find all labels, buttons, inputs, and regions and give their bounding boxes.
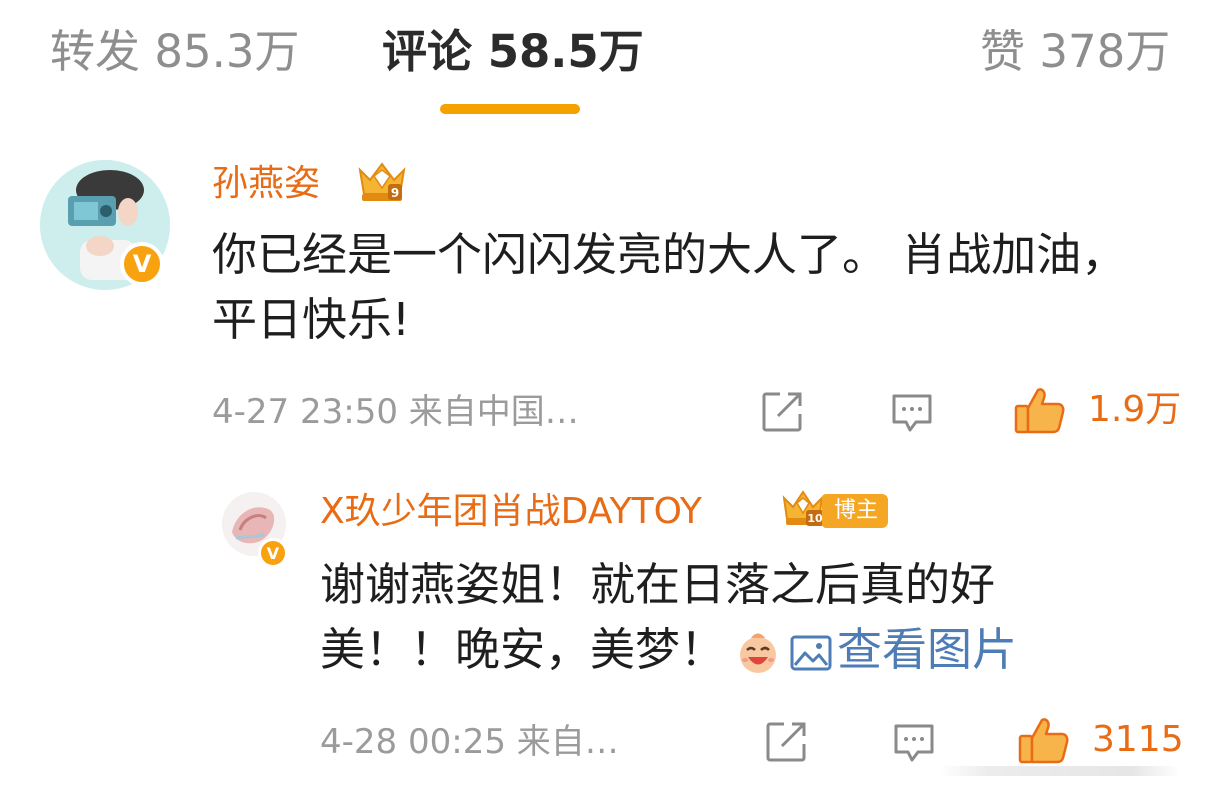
thumbs-up-icon[interactable] (1012, 384, 1068, 436)
image-icon (790, 635, 832, 671)
comment-username[interactable]: 孙燕姿 (212, 160, 320, 208)
tab-comment-count: 58.5万 (487, 25, 644, 78)
verified-v-icon: V (258, 538, 288, 568)
tab-repost-label: 转发 (50, 25, 141, 78)
tab-comment-label: 评论 (382, 25, 473, 78)
share-icon[interactable] (758, 388, 806, 436)
reply-time: 4-28 00:25 (320, 722, 506, 762)
reply-text-block: 谢谢燕姿姐！就在日落之后真的好美！！晚安，美梦！ 查看图片 (320, 552, 1120, 682)
comment-like-count: 1.9万 (1088, 389, 1182, 430)
svg-text:9: 9 (391, 186, 399, 200)
comment-icon[interactable] (888, 388, 936, 436)
reply-username[interactable]: X玖少年团肖战DAYTOY (320, 488, 702, 536)
tab-bar: 转发 85.3万 评论 58.5万 赞 378万 (0, 0, 1218, 120)
tab-like[interactable]: 赞 378万 (980, 22, 1170, 82)
blogger-badge: 博主 (822, 494, 889, 528)
tab-repost[interactable]: 转发 85.3万 (50, 22, 300, 82)
view-image-link[interactable]: 查看图片 (789, 623, 1017, 676)
comment-time: 4-27 23:50 (212, 392, 398, 432)
tab-repost-count: 85.3万 (154, 25, 300, 78)
reply-source: 来自… (516, 722, 619, 762)
tab-like-count: 378万 (1039, 25, 1171, 78)
tab-like-label: 赞 (980, 25, 1026, 78)
laugh-emoji-icon (740, 633, 777, 673)
svg-text:10: 10 (807, 512, 823, 525)
reply-meta: 4-28 00:25 来自… (320, 720, 619, 764)
tab-comment[interactable]: 评论 58.5万 (382, 22, 644, 82)
comment-meta: 4-27 23:50 来自中国… (212, 390, 579, 434)
share-icon[interactable] (762, 718, 810, 766)
comment-source: 来自中国… (408, 392, 579, 432)
crown-icon: 9 (358, 162, 406, 201)
reply-like-count: 3115 (1092, 719, 1184, 760)
verified-v-icon: V (120, 242, 164, 286)
active-tab-indicator (440, 104, 580, 114)
thumbs-up-icon[interactable] (1016, 714, 1072, 766)
crown-icon: 10 (782, 490, 824, 526)
comment-text: 你已经是一个闪闪发亮的大人了。 肖战加油，平日快乐! (212, 228, 1127, 346)
watermark-bar (940, 766, 1180, 776)
view-image-label: 查看图片 (837, 623, 1018, 676)
comment-icon[interactable] (890, 718, 938, 766)
